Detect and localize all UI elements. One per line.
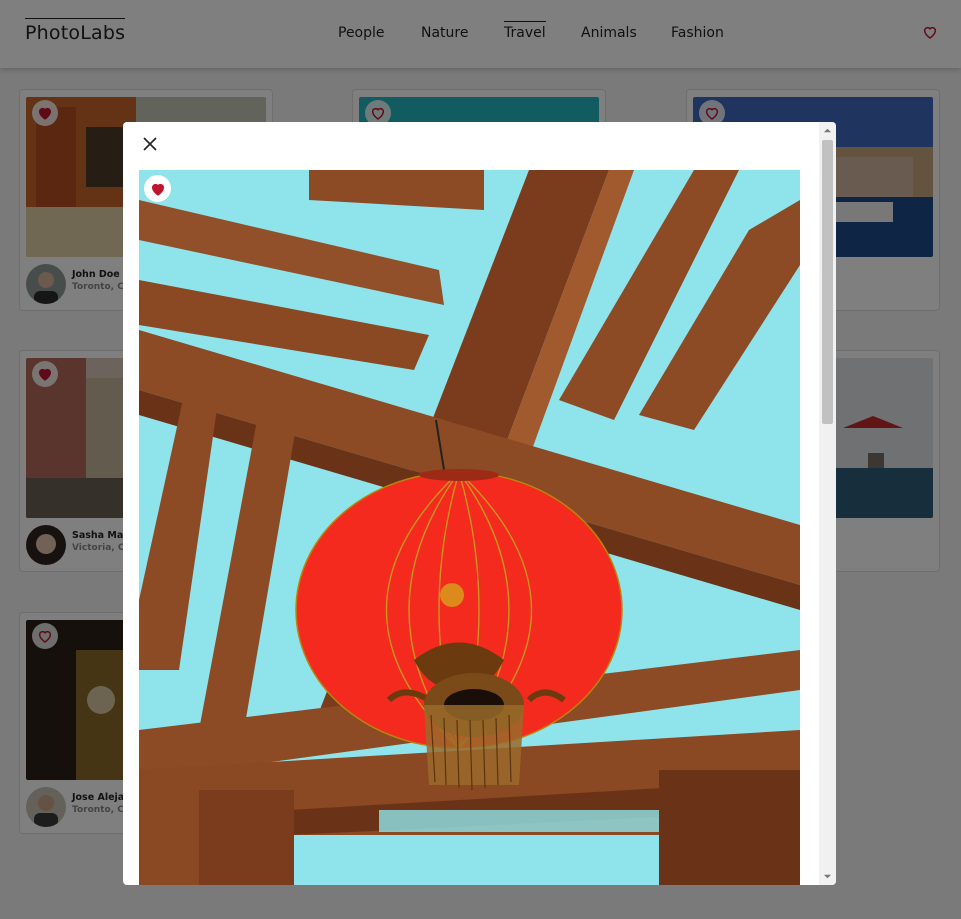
- modal-main-photo: [139, 170, 800, 885]
- lantern-photo: [139, 170, 800, 885]
- modal-favourite-button[interactable]: [144, 175, 171, 202]
- scroll-up-arrow-icon[interactable]: [823, 126, 832, 135]
- photo-details-modal: [123, 122, 836, 885]
- scroll-down-arrow-icon[interactable]: [823, 872, 832, 881]
- scrollbar-thumb[interactable]: [822, 140, 833, 424]
- heart-icon: [151, 183, 164, 196]
- modal-scrollbar[interactable]: [819, 122, 836, 885]
- close-icon[interactable]: [140, 134, 160, 154]
